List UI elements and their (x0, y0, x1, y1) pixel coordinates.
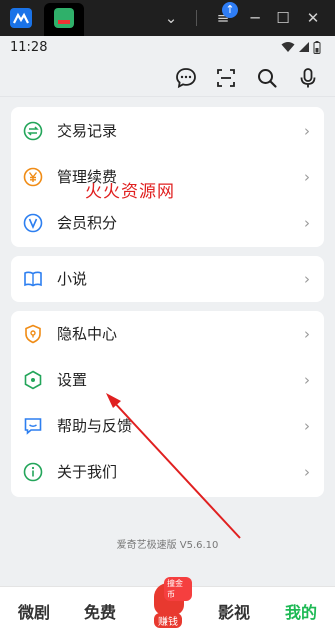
nav-tab-free[interactable]: 免费 (84, 599, 116, 623)
nav-tab-earn[interactable]: 撞金币 赚钱 (148, 577, 192, 629)
nav-tab-mine[interactable]: 我的 (285, 599, 317, 623)
nav-tab-movies[interactable]: 影视 (218, 599, 250, 623)
app-version: 爱奇艺极速版 V5.6.10 (116, 540, 219, 551)
earn-label: 赚钱 (154, 613, 182, 628)
nav-tab-micro-drama[interactable]: 微剧 (18, 599, 50, 623)
earn-tag-badge: 撞金币 (164, 577, 192, 601)
bottom-navigation: 微剧 免费 撞金币 赚钱 影视 我的 (0, 577, 335, 631)
